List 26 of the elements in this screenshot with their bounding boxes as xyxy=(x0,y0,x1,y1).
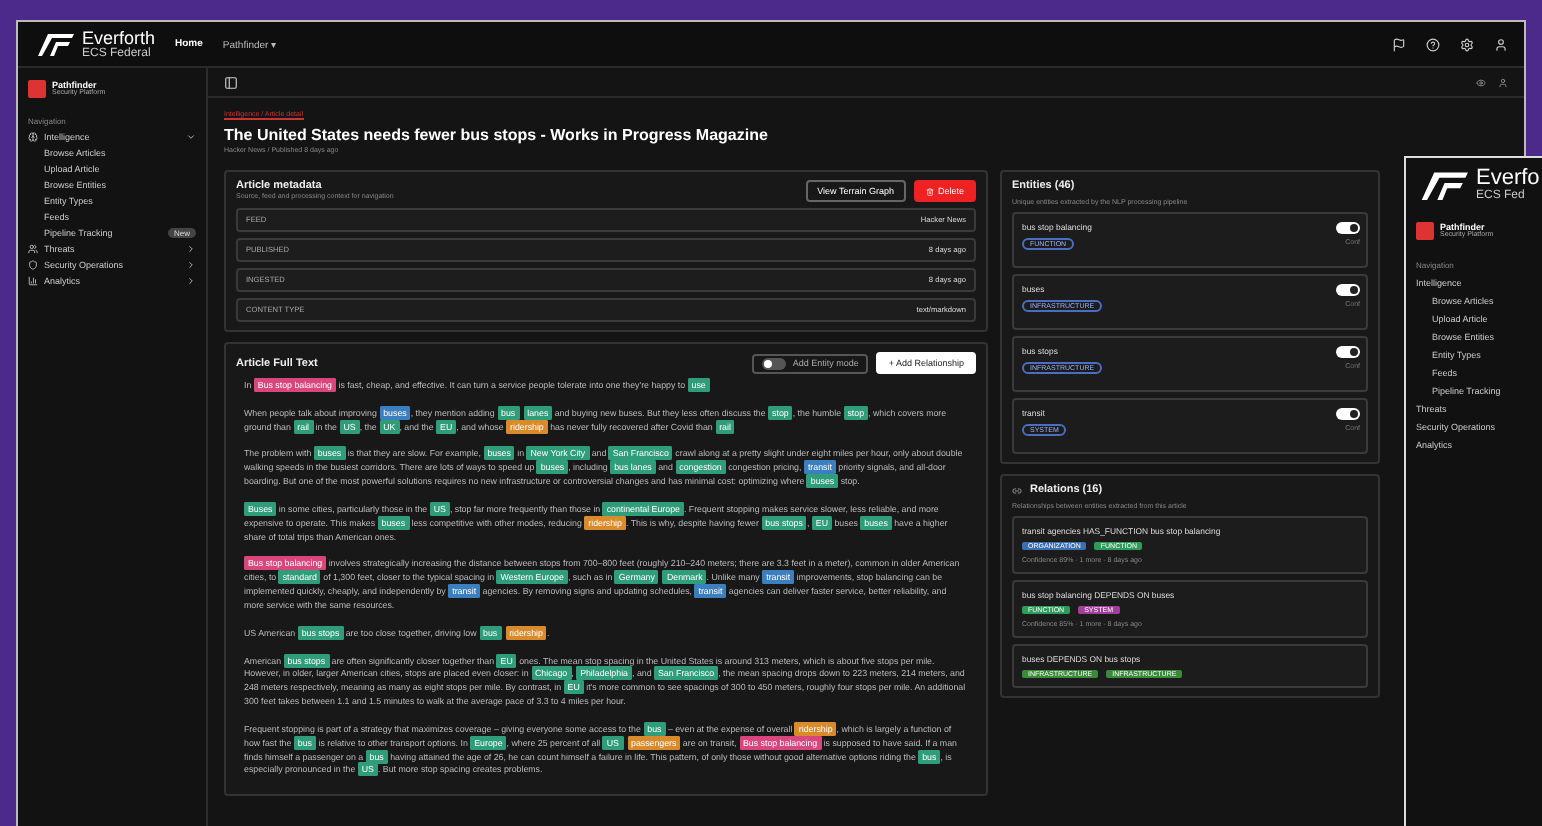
app-icon xyxy=(28,80,46,98)
link-icon xyxy=(1012,485,1022,495)
user-icon[interactable] xyxy=(1498,77,1508,87)
panel-toggle-icon[interactable] xyxy=(224,75,238,89)
section-icon xyxy=(28,244,38,254)
toggle-switch[interactable] xyxy=(1336,284,1360,296)
logo-icon xyxy=(34,32,74,56)
toggle-switch[interactable] xyxy=(1336,408,1360,420)
eye-icon[interactable] xyxy=(1476,77,1486,87)
logo-icon xyxy=(1416,169,1468,201)
toggle-switch[interactable] xyxy=(1336,346,1360,358)
user-icon[interactable] xyxy=(1494,37,1508,51)
settings-icon[interactable] xyxy=(1460,37,1474,51)
page-title: The United States needs fewer bus stops - Works in Progress Magazine xyxy=(224,126,770,144)
help-icon[interactable] xyxy=(1426,37,1440,51)
toggle-switch[interactable] xyxy=(1336,222,1360,234)
flag-icon[interactable] xyxy=(1392,37,1406,51)
section-icon xyxy=(28,260,38,270)
brand-name: Everforth xyxy=(82,29,156,47)
section-icon xyxy=(28,276,38,286)
chevron-icon xyxy=(186,132,196,142)
app-icon xyxy=(1416,222,1434,240)
trash-icon xyxy=(925,187,934,195)
section-icon xyxy=(28,132,38,142)
toggle-switch[interactable] xyxy=(762,357,787,369)
brand-name: Everfo xyxy=(1476,168,1540,190)
